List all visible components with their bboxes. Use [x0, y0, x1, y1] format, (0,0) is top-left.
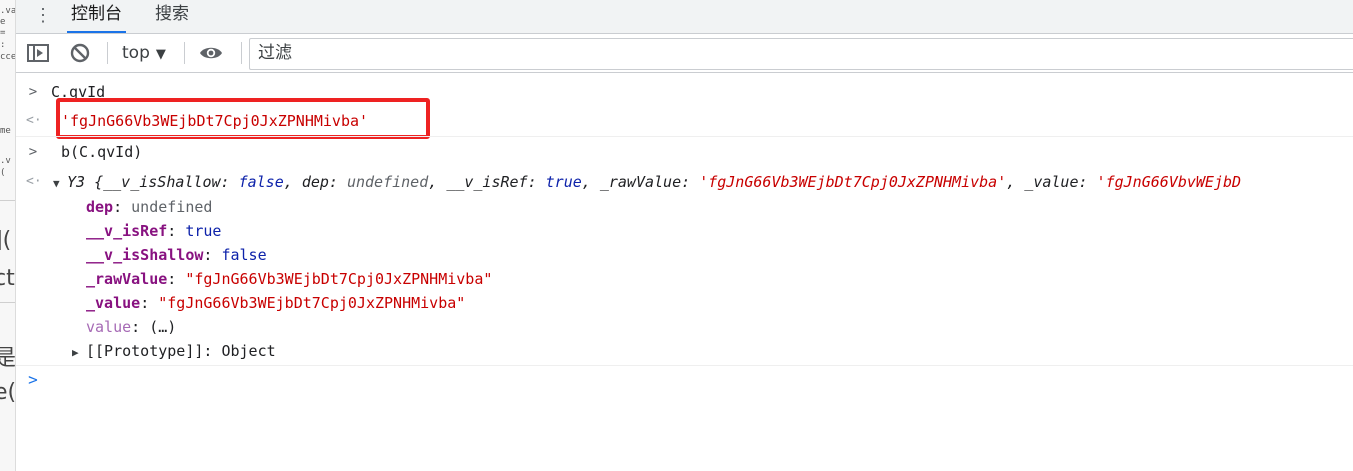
property-key: _rawValue [86, 270, 168, 288]
console-toolbar: top ▼ [16, 34, 1353, 73]
class-name: Y3 [67, 173, 86, 191]
prompt-chevron-icon: > [28, 370, 38, 389]
property-row-getter: value: (…) [86, 318, 177, 336]
property-value: "fgJnG66Vb3WEjbDt7Cpj0JxZPNHMivba" [158, 294, 466, 312]
toolbar-divider [241, 42, 242, 64]
property-row: __v_isRef: true [86, 222, 222, 240]
property-value: "fgJnG66Vb3WEjbDt7Cpj0JxZPNHMivba" [185, 270, 493, 288]
tab-search[interactable]: 搜索 [155, 0, 189, 33]
prototype-row[interactable]: ▶ [[Prototype]]: Object [16, 340, 1353, 362]
property-key: _value [86, 294, 141, 312]
result-arrow-icon: <· [26, 113, 42, 128]
eye-icon [200, 47, 222, 59]
summary-key: _value [1024, 173, 1079, 191]
clear-console-button[interactable] [66, 40, 94, 66]
dropdown-arrow-icon: ▼ [155, 47, 166, 62]
triangle-down-icon[interactable]: ▼ [53, 173, 67, 195]
triangle-right-icon[interactable]: ▶ [72, 342, 86, 364]
property-key: dep [86, 198, 114, 216]
tab-console[interactable]: 控制台 [67, 0, 126, 33]
prototype-value: Object [221, 342, 276, 360]
brace: { [94, 173, 104, 191]
toolbar-divider [184, 42, 185, 64]
prototype-key: [[Prototype]] [86, 342, 204, 360]
property-key: __v_isRef [86, 222, 168, 240]
console-prompt[interactable]: > [16, 365, 1353, 394]
live-expression-button[interactable] [197, 40, 225, 66]
console-output: > C.qvId <· 'fgJnG66Vb3WEjbDt7Cpj0JxZPNH… [16, 73, 1353, 471]
toolbar-divider [107, 42, 108, 64]
summary-value: true [545, 173, 582, 191]
summary-key: _rawValue [599, 173, 682, 191]
object-summary-line[interactable]: <· ▼ Y3 {__v_isShallow: false, dep: undef… [16, 171, 1353, 193]
property-value: true [185, 222, 222, 240]
chevron-right-icon: > [28, 144, 38, 160]
summary-key: dep [301, 173, 329, 191]
filter-input[interactable] [250, 39, 1353, 67]
context-label: top [122, 43, 150, 63]
console-input-line: > b(C.qvId) [16, 136, 1353, 167]
left-cropped-panel: .va e = : cce me .v ( ]( ct 是 e( [0, 0, 16, 471]
kebab-menu-icon[interactable]: ⋮ [34, 4, 52, 28]
property-row: _value: "fgJnG66Vb3WEjbDt7Cpj0JxZPNHMivb… [86, 294, 466, 312]
sidebar-toggle-button[interactable] [24, 40, 52, 66]
summary-key: __v_isShallow [103, 173, 221, 191]
property-row: __v_isShallow: false [86, 246, 267, 264]
sidebar-toggle-icon [27, 44, 49, 62]
summary-value: false [238, 173, 284, 191]
property-value: undefined [131, 198, 213, 216]
summary-value: 'fgJnG66Vb3WEjbDt7Cpj0JxZPNHMivba' [699, 173, 1007, 191]
tab-bar: ⋮ 控制台 搜索 [16, 0, 1353, 34]
object-summary: ▼ Y3 {__v_isShallow: false, dep: undefine… [53, 171, 1241, 195]
property-key: __v_isShallow [86, 246, 204, 264]
property-value: false [221, 246, 267, 264]
property-row: _rawValue: "fgJnG66Vb3WEjbDt7Cpj0JxZPNHM… [86, 270, 493, 288]
annotation-highlight-box [56, 98, 430, 139]
clear-console-icon [70, 43, 90, 63]
summary-value: 'fgJnG66VbvWEjbD [1096, 173, 1242, 191]
chevron-right-icon: > [28, 84, 38, 100]
summary-value: undefined [346, 173, 429, 191]
summary-key: __v_isRef [446, 173, 528, 191]
devtools-panel: ⋮ 控制台 搜索 top ▼ 过滤 > C.qvId <· 'fgJnG66Vb… [16, 0, 1353, 471]
filter-box [249, 38, 1353, 70]
property-row: dep: undefined [86, 198, 213, 216]
property-key: value [86, 318, 132, 336]
context-selector[interactable]: top ▼ [122, 40, 166, 66]
result-arrow-icon: <· [26, 174, 42, 189]
input-expression: b(C.qvId) [61, 143, 143, 161]
invoke-getter[interactable]: (…) [149, 318, 176, 336]
